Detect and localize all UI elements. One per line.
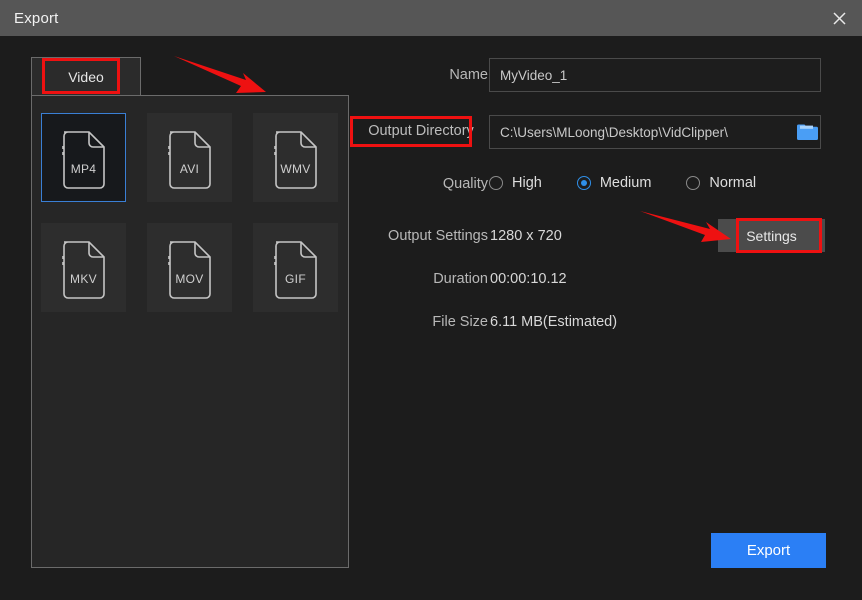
- quality-option-medium-label: Medium: [600, 175, 652, 191]
- name-label: Name: [426, 67, 488, 83]
- quality-option-high-label: High: [512, 175, 542, 191]
- radio-icon-selected: [577, 176, 591, 190]
- file-icon: [56, 127, 112, 189]
- folder-icon[interactable]: [793, 116, 821, 148]
- video-tab-panel: MP4 AVI WMV: [31, 95, 349, 568]
- file-icon: [162, 127, 218, 189]
- file-size-label: File Size: [360, 314, 488, 330]
- quality-radio-group: High Medium Normal: [489, 175, 756, 191]
- output-directory-input[interactable]: [489, 115, 821, 149]
- settings-button[interactable]: Settings: [718, 219, 825, 252]
- quality-label: Quality: [418, 176, 488, 192]
- name-input[interactable]: [489, 58, 821, 92]
- output-settings-label: Output Settings: [360, 228, 488, 244]
- quality-option-high[interactable]: High: [489, 175, 542, 191]
- file-icon: [268, 127, 324, 189]
- format-tile-mov[interactable]: MOV: [147, 223, 232, 312]
- duration-label: Duration: [360, 271, 488, 287]
- output-settings-value: 1280 x 720: [490, 228, 562, 244]
- window-title: Export: [14, 10, 59, 27]
- quality-option-normal-label: Normal: [709, 175, 756, 191]
- output-directory-label: Output Directory: [360, 123, 482, 139]
- format-tile-avi[interactable]: AVI: [147, 113, 232, 202]
- tab-video[interactable]: Video: [31, 57, 141, 96]
- quality-option-medium[interactable]: Medium: [577, 175, 652, 191]
- export-form: Name Output Directory Quality High Mediu…: [360, 0, 862, 600]
- quality-option-normal[interactable]: Normal: [686, 175, 756, 191]
- file-icon: [56, 237, 112, 299]
- file-icon: [268, 237, 324, 299]
- format-tile-wmv[interactable]: WMV: [253, 113, 338, 202]
- export-button[interactable]: Export: [711, 533, 826, 568]
- format-tile-gif[interactable]: GIF: [253, 223, 338, 312]
- tab-strip: Video: [31, 57, 349, 96]
- file-size-value: 6.11 MB(Estimated): [490, 314, 617, 330]
- export-dialog: Export Video MP4: [0, 0, 862, 600]
- radio-icon: [489, 176, 503, 190]
- format-tile-mp4[interactable]: MP4: [41, 113, 126, 202]
- file-icon: [162, 237, 218, 299]
- tab-video-label: Video: [68, 69, 104, 85]
- format-grid: MP4 AVI WMV: [41, 113, 341, 312]
- radio-icon: [686, 176, 700, 190]
- duration-value: 00:00:10.12: [490, 271, 567, 287]
- format-tile-mkv[interactable]: MKV: [41, 223, 126, 312]
